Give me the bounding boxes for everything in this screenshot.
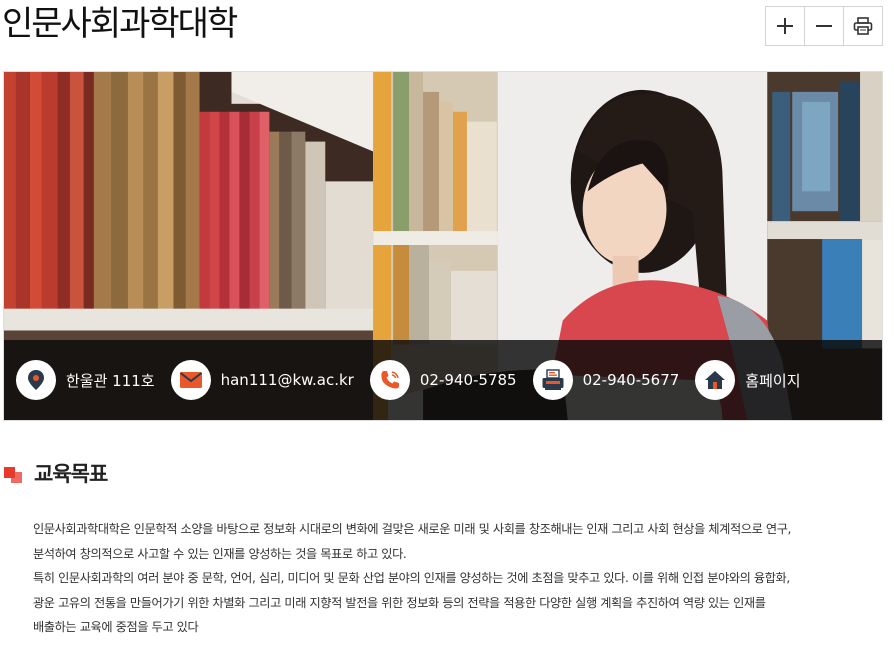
- plus-icon: [777, 18, 793, 34]
- contact-info-bar: 한울관 111호 han111@kw.ac.kr 02-940-5785 02-…: [4, 340, 882, 420]
- page-title: 인문사회과학대학: [2, 4, 238, 44]
- paragraph-line: 분석하여 창의적으로 사고할 수 있는 인재를 양성하는 것을 목표로 하고 있…: [33, 546, 407, 561]
- section-bullet-icon: [4, 464, 24, 483]
- homepage-link[interactable]: 홈페이지: [745, 370, 800, 391]
- fax-number: 02-940-5677: [582, 371, 680, 389]
- minus-icon: [816, 25, 832, 27]
- paragraph-line: 광운 고유의 전통을 만들어가기 위한 차별화 그리고 미래 지향적 발전을 위…: [33, 595, 766, 610]
- phone-icon: [369, 360, 410, 400]
- toolbar: [765, 6, 883, 46]
- section-title: 교육목표: [34, 462, 108, 486]
- fax-item: 02-940-5677: [532, 360, 680, 400]
- location-item: 한울관 111호: [16, 360, 155, 400]
- fax-icon: [532, 360, 573, 400]
- location-pin-icon: [16, 360, 56, 400]
- paragraph-line: 특히 인문사회과학의 여러 분야 중 문학, 언어, 심리, 미디어 및 문화 …: [33, 571, 790, 586]
- education-goals-text: 인문사회과학대학은 인문학적 소양을 바탕으로 정보화 시대로의 변화에 걸맞은…: [33, 517, 883, 640]
- envelope-icon: [170, 360, 211, 400]
- phone-number: 02-940-5785: [419, 371, 517, 389]
- phone-item: 02-940-5785: [369, 360, 517, 400]
- zoom-in-button[interactable]: [766, 7, 805, 45]
- hero-banner: 한울관 111호 han111@kw.ac.kr 02-940-5785 02-…: [3, 71, 883, 421]
- zoom-out-button[interactable]: [805, 7, 844, 45]
- home-icon: [695, 360, 736, 400]
- print-button[interactable]: [844, 7, 882, 45]
- paragraph-line: 인문사회과학대학은 인문학적 소양을 바탕으로 정보화 시대로의 변화에 걸맞은…: [33, 522, 792, 536]
- location-text: 한울관 111호: [66, 371, 155, 390]
- printer-icon: [853, 17, 873, 35]
- email-link[interactable]: han111@kw.ac.kr: [221, 371, 354, 389]
- email-item: han111@kw.ac.kr: [170, 360, 354, 400]
- section-heading: 교육목표: [4, 458, 108, 488]
- homepage-item[interactable]: 홈페이지: [695, 360, 801, 400]
- paragraph-line: 배출하는 교육에 중점을 두고 있다: [33, 620, 199, 635]
